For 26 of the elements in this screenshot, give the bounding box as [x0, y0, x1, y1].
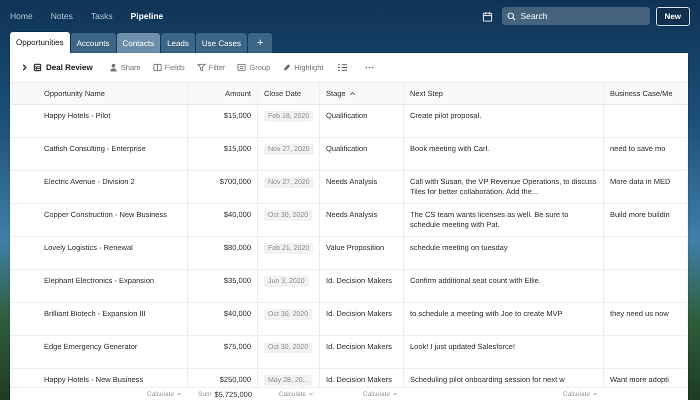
tab[interactable]: Use Cases: [196, 33, 247, 53]
person-icon: [108, 62, 118, 72]
caret-icon: [392, 391, 398, 398]
pen-icon: [282, 62, 292, 72]
nav-link[interactable]: Tasks: [90, 11, 113, 21]
filter-icon: [196, 62, 206, 72]
group-icon: [237, 62, 246, 72]
caret-icon: [308, 391, 314, 398]
add-tab-button[interactable]: +: [248, 33, 272, 53]
search-icon: [506, 12, 516, 20]
calendar-icon[interactable]: [482, 10, 493, 22]
caret-icon: [176, 391, 182, 398]
columns-icon: [152, 62, 162, 72]
chevron-right-icon[interactable]: [20, 62, 29, 72]
tab[interactable]: Contacts: [116, 33, 160, 53]
table-icon: [33, 62, 42, 72]
nav-link[interactable]: Notes: [50, 11, 73, 21]
new-button[interactable]: New: [656, 6, 690, 26]
nav-link[interactable]: Pipeline: [130, 11, 164, 21]
tab[interactable]: Accounts: [70, 33, 116, 53]
row-height-icon[interactable]: [337, 62, 348, 72]
tab[interactable]: Opportunities: [10, 32, 70, 53]
tab[interactable]: Leads: [161, 33, 195, 53]
caret-icon: [592, 391, 598, 398]
nav-link[interactable]: Home: [10, 11, 33, 21]
view-title[interactable]: Deal Review: [46, 62, 93, 72]
